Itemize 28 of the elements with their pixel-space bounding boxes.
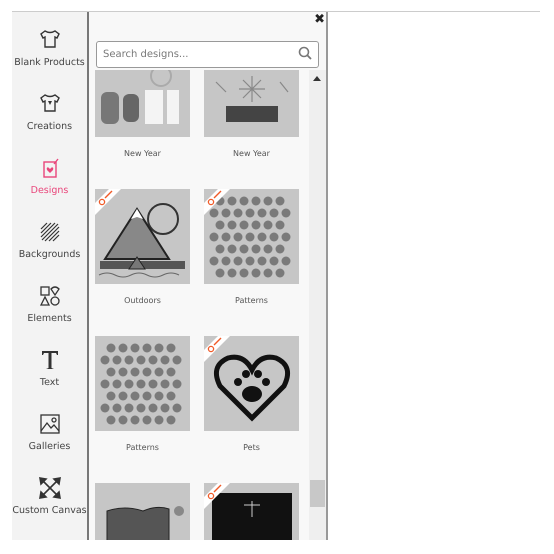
sidebar-item[interactable]: Text <box>12 348 87 412</box>
design-label: Outdoors <box>124 295 161 307</box>
scrollbar[interactable] <box>309 70 326 540</box>
scrollbar-thumb[interactable] <box>310 480 325 507</box>
sidebar-item[interactable]: Elements <box>12 284 87 348</box>
sidebar-item[interactable]: Backgrounds <box>12 220 87 284</box>
design-label: Pets <box>243 442 260 454</box>
design-label: Patterns <box>235 295 268 307</box>
design-label: Patterns <box>126 442 159 454</box>
design-thumbnail[interactable] <box>204 189 299 284</box>
search-field[interactable]: Search designs... <box>96 41 319 68</box>
expand-icon <box>38 476 62 500</box>
scroll-up-icon[interactable] <box>313 76 321 81</box>
design-thumbnail[interactable] <box>204 70 299 137</box>
close-button[interactable]: ✖ <box>314 13 325 26</box>
sidebar-item[interactable]: Galleries <box>12 412 87 476</box>
design-label: New Year <box>124 148 161 160</box>
sidebar-item[interactable]: Custom Canvas <box>12 476 87 540</box>
image-icon <box>38 412 62 436</box>
design-thumbnail[interactable] <box>95 70 190 137</box>
shapes-icon <box>38 284 62 308</box>
sidebar-item[interactable]: Blank Products <box>12 28 87 92</box>
search-icon <box>298 46 312 60</box>
sidebar-item[interactable]: Creations <box>12 92 87 156</box>
design-thumbnail[interactable] <box>95 336 190 431</box>
design-thumbnail[interactable] <box>95 189 190 284</box>
design-label: New Year <box>233 148 270 160</box>
design-thumbnail[interactable] <box>204 336 299 431</box>
